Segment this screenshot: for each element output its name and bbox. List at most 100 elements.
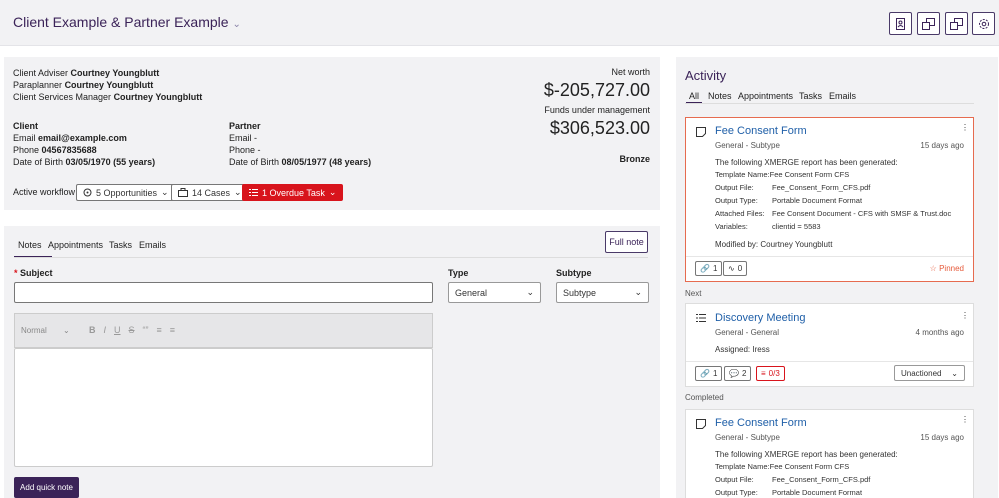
overdue-task-dropdown[interactable]: 1 Overdue Task ⌄ — [242, 184, 344, 201]
subject-label: * Subject — [14, 268, 53, 278]
fum-label: Funds under management — [544, 105, 650, 115]
note-icon — [696, 419, 706, 429]
chevron-down-icon: ⌄ — [634, 287, 642, 297]
card-modified: Modified by: Courtney Youngblutt — [715, 240, 833, 249]
note-body-editor[interactable] — [14, 348, 433, 467]
activity-tab-appointments[interactable]: Appointments — [738, 91, 793, 101]
card-divider — [686, 256, 973, 257]
activity-card-task[interactable]: Discovery Meeting ⋮ General - General 4 … — [685, 303, 974, 387]
card-detail-row: Output Type: Portable Document Format — [715, 488, 863, 497]
swap-doc-icon — [950, 17, 963, 30]
gear-icon — [978, 18, 989, 29]
page-title[interactable]: Client Example & Partner Example ⌄ — [13, 14, 241, 30]
chevron-down-icon: ⌄ — [234, 187, 242, 197]
subject-input[interactable] — [14, 282, 433, 303]
activity-card-completed[interactable]: Fee Consent Form ⋮ General - Subtype 15 … — [685, 409, 974, 498]
adviser-row: Client Adviser Courtney Youngblutt — [13, 68, 160, 78]
card-line: The following XMERGE report has been gen… — [715, 158, 898, 167]
workflow-label: Active workflow — [13, 187, 76, 197]
activity-card-pinned[interactable]: Fee Consent Form ⋮ General - Subtype 15 … — [685, 117, 974, 282]
card-detail-row: Variables: clientid = 5583 — [715, 222, 821, 231]
card-assigned: Assigned: Iress — [715, 345, 770, 354]
tab-emails[interactable]: Emails — [139, 240, 166, 250]
underline-icon[interactable]: U — [114, 325, 121, 335]
partner-dob-row: Date of Birth 08/05/1977 (48 years) — [229, 157, 372, 167]
activity-tab-emails[interactable]: Emails — [829, 91, 856, 101]
settings-button[interactable] — [972, 12, 995, 35]
numbered-list-icon[interactable]: ≡ — [170, 325, 175, 335]
pinned-indicator[interactable]: ☆ Pinned — [930, 264, 964, 273]
client-heading: Client — [13, 121, 39, 131]
links-count-button[interactable]: 🔗 1 — [695, 366, 723, 381]
links-count-button[interactable]: 🔗 1 — [695, 261, 723, 276]
type-label: Type — [448, 268, 469, 278]
csm-row: Client Services Manager Courtney Youngbl… — [13, 92, 203, 102]
card-title[interactable]: Fee Consent Form — [715, 417, 807, 429]
compose-button[interactable] — [917, 12, 940, 35]
steps-count-button[interactable]: ∿ 0 — [723, 261, 748, 276]
comments-count-button[interactable]: 💬 2 — [724, 366, 752, 381]
card-time: 15 days ago — [920, 433, 964, 442]
chevron-down-icon: ⌄ — [526, 287, 534, 297]
tier-badge: Bronze — [619, 154, 650, 164]
activity-title: Activity — [685, 68, 727, 83]
format-select[interactable]: Normal ⌄ — [21, 326, 70, 335]
card-detail-row: Output File: Fee_Consent_Form_CFS.pdf — [715, 183, 871, 192]
more-options-icon[interactable]: ⋮ — [961, 311, 969, 320]
card-title[interactable]: Fee Consent Form — [715, 125, 807, 137]
bold-icon[interactable]: B — [89, 325, 96, 335]
bullet-list-icon[interactable]: ≡ — [157, 325, 162, 335]
cases-dropdown[interactable]: 14 Cases ⌄ — [171, 184, 249, 201]
more-options-icon[interactable]: ⋮ — [961, 415, 969, 424]
subtype-select[interactable]: Subtype ⌄ — [556, 282, 649, 303]
page-header: Client Example & Partner Example ⌄ — [0, 0, 999, 46]
compose-alt-button[interactable] — [945, 12, 968, 35]
italic-icon[interactable]: I — [104, 325, 107, 335]
tab-notes[interactable]: Notes — [18, 240, 42, 250]
activity-tab-all[interactable]: All — [689, 91, 699, 101]
card-line: The following XMERGE report has been gen… — [715, 450, 898, 459]
next-section-label: Next — [685, 289, 702, 298]
type-select[interactable]: General ⌄ — [448, 282, 541, 303]
card-detail-row: Template Name:Fee Consent Form CFS — [715, 170, 850, 179]
activity-tab-tasks[interactable]: Tasks — [799, 91, 822, 101]
subtype-label: Subtype — [556, 268, 592, 278]
paraplanner-row: Paraplanner Courtney Youngblutt — [13, 80, 154, 90]
chevron-down-icon[interactable]: ⌄ — [233, 19, 241, 30]
tab-tasks[interactable]: Tasks — [109, 240, 132, 250]
client-dob-row: Date of Birth 03/05/1970 (55 years) — [13, 157, 156, 167]
opportunities-dropdown[interactable]: 5 Opportunities ⌄ — [76, 184, 176, 201]
card-time: 4 months ago — [915, 328, 964, 337]
editor-toolbar: Normal ⌄ B I U S “” ≡ ≡ — [14, 313, 433, 348]
link-icon: 🔗 — [700, 264, 710, 273]
quote-icon[interactable]: “” — [143, 325, 149, 335]
status-select[interactable]: Unactioned ⌄ — [894, 365, 965, 381]
chevron-down-icon: ⌄ — [951, 368, 958, 378]
notes-panel: Notes Appointments Tasks Emails Full not… — [4, 226, 660, 498]
client-email-row: Email email@example.com — [13, 133, 127, 143]
card-detail-row: Output Type: Portable Document Format — [715, 196, 863, 205]
networth-label: Net worth — [611, 67, 650, 77]
swap-doc-icon — [922, 17, 935, 30]
comment-icon: 💬 — [729, 369, 739, 378]
tab-divider — [14, 257, 648, 258]
tab-appointments[interactable]: Appointments — [48, 240, 103, 250]
strikethrough-icon[interactable]: S — [129, 325, 135, 335]
card-detail-row: Output File: Fee_Consent_Form_CFS.pdf — [715, 475, 871, 484]
fum-value: $306,523.00 — [549, 118, 650, 138]
card-subtitle: General - Subtype — [715, 433, 780, 442]
add-quick-note-button[interactable]: Add quick note — [14, 477, 79, 498]
chevron-down-icon: ⌄ — [161, 187, 169, 197]
networth-value: $-205,727.00 — [543, 80, 650, 100]
task-list-icon — [696, 314, 706, 322]
full-note-button[interactable]: Full note — [605, 231, 648, 253]
completed-section-label: Completed — [685, 393, 724, 402]
card-title[interactable]: Discovery Meeting — [715, 312, 805, 324]
contact-card-button[interactable] — [889, 12, 912, 35]
activity-tab-notes[interactable]: Notes — [708, 91, 732, 101]
partner-phone-row: Phone - — [229, 145, 261, 155]
subtasks-count-button[interactable]: ≡ 0/3 — [756, 366, 785, 381]
more-options-icon[interactable]: ⋮ — [961, 123, 969, 132]
pin-icon: ☆ — [929, 264, 937, 273]
card-detail-row: Attached Files: Fee Consent Document - CF… — [715, 209, 952, 218]
